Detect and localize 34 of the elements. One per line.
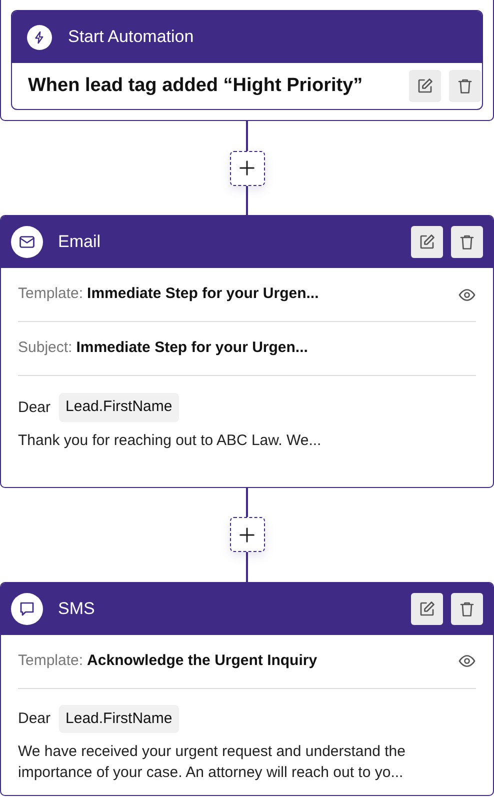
step-title: Email <box>58 231 101 254</box>
trigger-condition: When lead tag added “Hight Priority” <box>28 74 363 98</box>
edit-button[interactable] <box>409 70 441 102</box>
trash-icon <box>458 600 476 618</box>
chat-bubble-icon <box>18 600 36 618</box>
message-preview: Thank you for reaching out to ABC Law. We... <box>18 430 322 450</box>
merge-tag: Lead.FirstName <box>58 704 180 733</box>
edit-icon <box>418 600 436 618</box>
trash-icon <box>458 233 476 251</box>
delete-button[interactable] <box>451 226 483 258</box>
field-label: Template: <box>18 284 84 304</box>
plus-icon <box>237 524 257 544</box>
edit-icon <box>418 233 436 251</box>
greeting-text: Dear <box>18 398 51 418</box>
message-preview: We have received your urgent request and understand the importance of your case. An attorney will reach out to yo... <box>18 742 406 783</box>
field-value: Immediate Step for your Urgen... <box>76 338 308 358</box>
merge-tag: Lead.FirstName <box>58 393 180 422</box>
add-step-button[interactable] <box>230 150 264 186</box>
field-label: Template: <box>18 650 84 671</box>
trigger-title: Start Automation <box>68 26 194 48</box>
envelope-icon <box>18 233 36 251</box>
field-value: Acknowledge the Urgent Inquiry <box>87 650 318 671</box>
step-title: SMS <box>58 598 95 620</box>
plus-icon <box>237 158 257 178</box>
delete-button[interactable] <box>451 592 483 624</box>
add-step-button[interactable] <box>230 517 264 552</box>
delete-button[interactable] <box>449 70 481 102</box>
edit-icon <box>416 77 434 95</box>
edit-button[interactable] <box>411 592 443 624</box>
field-label: Subject: <box>18 338 72 358</box>
edit-button[interactable] <box>411 226 443 258</box>
greeting-text: Dear <box>18 709 51 730</box>
trash-icon <box>456 77 474 95</box>
field-value: Immediate Step for your Urgen... <box>87 284 319 304</box>
